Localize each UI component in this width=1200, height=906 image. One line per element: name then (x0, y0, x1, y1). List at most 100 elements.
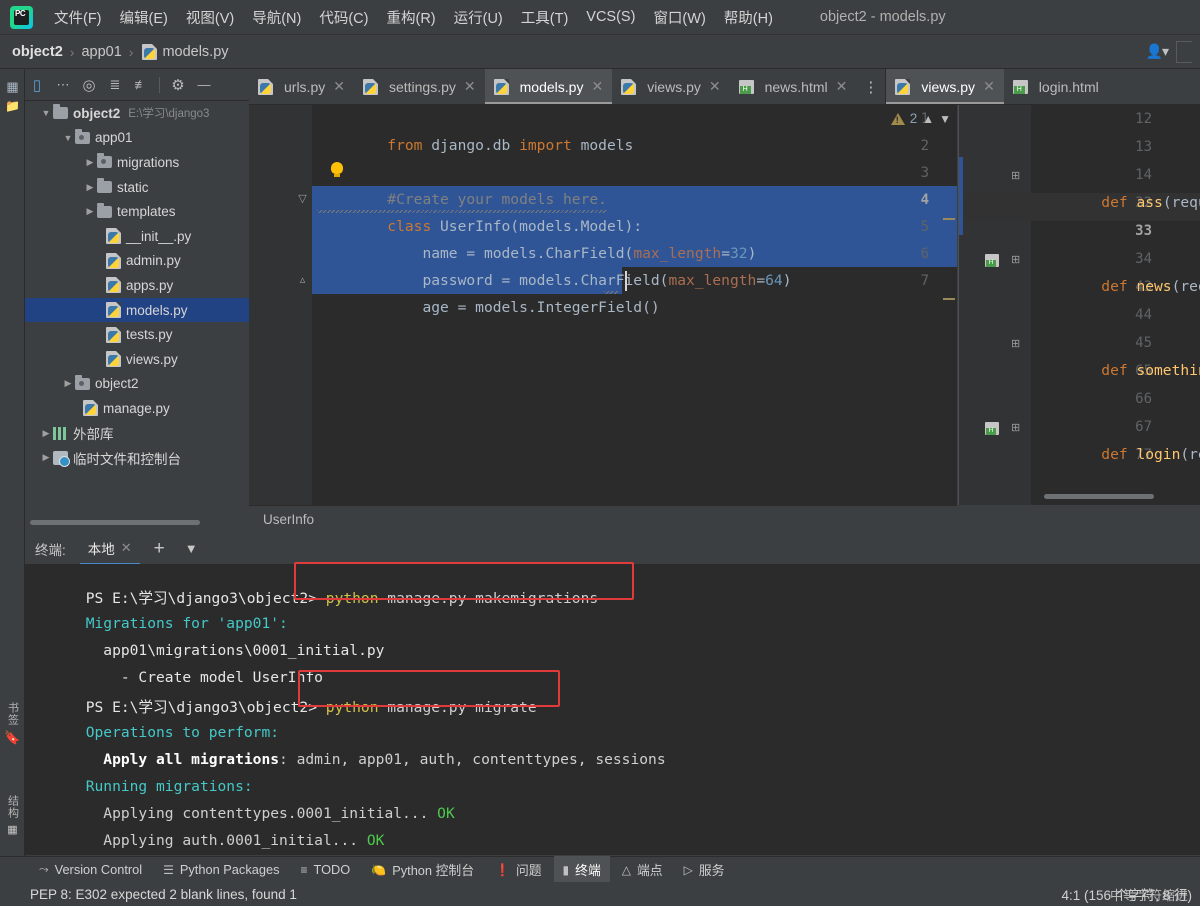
intention-bulb-icon[interactable] (331, 162, 343, 177)
close-icon[interactable]: ✕ (709, 78, 721, 95)
code-fold-icon[interactable]: ⊞ (1011, 169, 1020, 182)
code-editor-views-py[interactable]: 12 13 14 32 33 34 43 44 45 65 66 67 77 ⊞… (958, 105, 1200, 505)
tree-node-migrations[interactable]: ▶ migrations (25, 150, 249, 175)
code-content[interactable]: from django.db import models #Create you… (312, 105, 957, 505)
close-icon[interactable]: ✕ (333, 78, 345, 95)
account-icon[interactable]: 👤▾ (1146, 43, 1169, 60)
tree-node-tests-py[interactable]: tests.py (25, 322, 249, 347)
terminal-icon: ▮ (562, 862, 570, 877)
terminal-tab-local[interactable]: 本地 ✕ (79, 533, 140, 565)
tree-node-views-py[interactable]: views.py (25, 347, 249, 372)
chevron-down-icon[interactable]: ▼ (179, 541, 204, 556)
menu-code[interactable]: 代码(C) (310, 3, 377, 32)
bookmarks-stripe-label[interactable]: 书签 (5, 702, 21, 726)
code-fold-icon[interactable]: ⊞ (1011, 421, 1020, 434)
tab-news-html[interactable]: news.html ✕ (730, 69, 857, 104)
tree-node-object2-root[interactable]: ▼ object2 E:\学习\django3 (25, 101, 249, 126)
status-services[interactable]: ▷ 服务 (675, 856, 734, 883)
tree-node-models-py[interactable]: models.py (25, 297, 249, 323)
tab-views-py[interactable]: views.py ✕ (612, 69, 729, 104)
close-icon[interactable]: ✕ (836, 78, 848, 95)
editor-right-horizontal-scrollbar[interactable] (1044, 494, 1154, 499)
code-fold-icon[interactable]: ⊞ (1011, 337, 1020, 350)
menu-refactor[interactable]: 重构(R) (377, 3, 444, 32)
chevron-right-icon[interactable]: ▶ (83, 206, 97, 217)
next-problem-icon[interactable]: ▼ (939, 112, 951, 126)
code-fold-end-icon[interactable]: ▵ (297, 275, 308, 286)
chevron-down-icon[interactable]: ▼ (39, 108, 53, 118)
status-endpoints[interactable]: △ 端点 (613, 856, 672, 883)
commit-stripe-icon[interactable]: 📁 (0, 99, 25, 113)
expand-all-icon[interactable]: ≣ (103, 73, 127, 97)
tab-urls-py[interactable]: urls.py ✕ (249, 69, 354, 104)
ellipsis-icon[interactable]: ⋯ (51, 73, 75, 97)
menu-file[interactable]: 文件(F) (45, 3, 111, 32)
tab-models-py[interactable]: models.py ✕ (484, 69, 613, 104)
chevron-right-icon[interactable]: ▶ (83, 182, 97, 193)
chevron-right-icon[interactable]: ▶ (39, 428, 53, 439)
tree-node-manage-py[interactable]: manage.py (25, 396, 249, 421)
tree-node-static[interactable]: ▶ static (25, 175, 249, 200)
structure-stripe-label[interactable]: 结构 (5, 795, 21, 819)
editor-gutter-right[interactable] (959, 105, 1031, 505)
tree-node-external-libraries[interactable]: ▶ 外部库 (25, 421, 249, 446)
terminal-output[interactable]: PS E:\学习\django3\object2> python manage.… (25, 564, 1200, 855)
editor-warning-indicator[interactable]: 2 ▲ ▼ (890, 111, 951, 126)
chevron-right-icon[interactable]: ▶ (39, 452, 53, 463)
menu-edit[interactable]: 编辑(E) (111, 3, 177, 32)
status-problems[interactable]: ❗ 问题 (486, 856, 551, 883)
settings-gear-icon[interactable]: ⚙ (166, 73, 190, 97)
status-python-console[interactable]: 🍋 Python 控制台 (362, 856, 483, 883)
layout-icon[interactable] (1176, 40, 1192, 63)
tree-node-object2-pkg[interactable]: ▶ object2 (25, 372, 249, 397)
collapse-all-icon[interactable]: ≢ (129, 73, 153, 97)
editor-gutter[interactable] (249, 105, 312, 505)
project-tree[interactable]: ▼ object2 E:\学习\django3 ▼ app01 ▶ migrat… (25, 101, 249, 519)
status-python-packages[interactable]: ☰ Python Packages (154, 858, 288, 881)
project-horizontal-scrollbar[interactable] (30, 520, 200, 525)
project-stripe-icon[interactable]: ▦ (0, 79, 25, 95)
breadcrumb-app01[interactable]: app01 (81, 44, 121, 60)
chevron-right-icon[interactable]: ▶ (83, 157, 97, 168)
menu-help[interactable]: 帮助(H) (715, 3, 782, 32)
code-fold-collapse-icon[interactable]: ▽ (297, 194, 308, 205)
scroll-marker (943, 298, 955, 300)
tree-node-scratches[interactable]: ▶ 临时文件和控制台 (25, 445, 249, 470)
breadcrumb-models-py[interactable]: models.py (162, 44, 228, 60)
code-editor-models-py[interactable]: 1 2 3 4 5 6 7 ▽ ▵ from django.db import … (249, 105, 957, 505)
close-icon[interactable]: ✕ (121, 540, 132, 556)
token-text: (request (1180, 446, 1200, 463)
breadcrumb-project[interactable]: object2 (12, 44, 63, 60)
tree-node-apps-py[interactable]: apps.py (25, 273, 249, 298)
tree-node-app01[interactable]: ▼ app01 (25, 126, 249, 151)
menu-run[interactable]: 运行(U) (445, 3, 512, 32)
menu-navigate[interactable]: 导航(N) (243, 3, 310, 32)
project-view-icon[interactable]: ▯ (25, 73, 49, 97)
status-version-control[interactable]: ⤳ Version Control (30, 858, 151, 881)
tab-overflow-kebab-icon[interactable]: ⋮ (856, 69, 885, 104)
chevron-right-icon[interactable]: ▶ (61, 378, 75, 389)
menu-view[interactable]: 视图(V) (177, 3, 243, 32)
locate-icon[interactable]: ◎ (77, 73, 101, 97)
prev-problem-icon[interactable]: ▲ (922, 112, 934, 126)
status-todo[interactable]: ≡ TODO (291, 858, 359, 881)
status-terminal[interactable]: ▮ 终端 (553, 856, 610, 883)
close-icon[interactable]: ✕ (983, 78, 995, 95)
tree-node-init-py[interactable]: __init__.py (25, 224, 249, 249)
code-fold-icon[interactable]: ⊞ (1011, 253, 1020, 266)
menu-tools[interactable]: 工具(T) (512, 3, 578, 32)
code-content-right[interactable]: def ass(request): def news(request) def … (1031, 105, 1200, 505)
tree-node-admin-py[interactable]: admin.py (25, 249, 249, 274)
tab-login-html[interactable]: login.html (1004, 69, 1108, 104)
plus-icon[interactable]: + (144, 538, 175, 560)
hide-panel-icon[interactable]: — (192, 73, 216, 97)
tab-settings-py[interactable]: settings.py ✕ (354, 69, 485, 104)
close-icon[interactable]: ✕ (464, 78, 476, 95)
tree-node-templates[interactable]: ▶ templates (25, 199, 249, 224)
menu-vcs[interactable]: VCS(S) (577, 5, 644, 29)
tab-views-py-right[interactable]: views.py ✕ (886, 69, 1005, 104)
chevron-down-icon[interactable]: ▼ (61, 133, 75, 143)
editor-structure-breadcrumb[interactable]: UserInfo (249, 505, 957, 533)
menu-window[interactable]: 窗口(W) (644, 3, 714, 32)
close-icon[interactable]: ✕ (591, 78, 603, 95)
